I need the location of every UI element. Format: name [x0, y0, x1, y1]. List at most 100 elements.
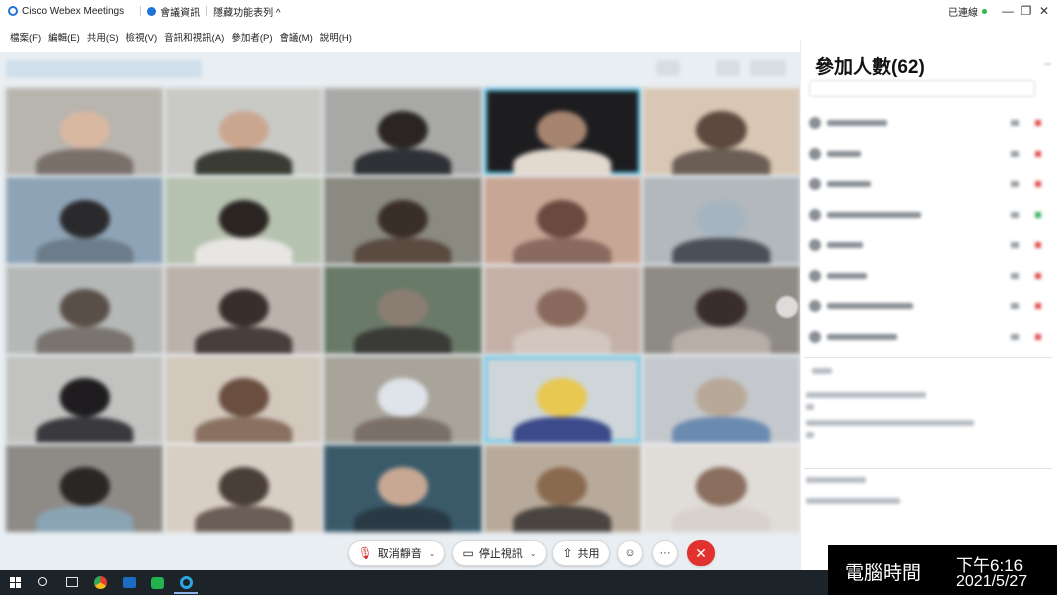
menu-file[interactable]: 檔案(F) [10, 30, 41, 44]
participant-row[interactable] [809, 261, 1049, 292]
meeting-info-button[interactable]: 會議資訊 [160, 4, 200, 19]
close-button[interactable]: ✕ [1035, 4, 1053, 18]
stop-video-label: 停止視訊 [478, 548, 523, 560]
participant-row[interactable] [809, 169, 1049, 200]
video-tile[interactable] [642, 177, 800, 265]
muted-mic-icon: 🎙 [357, 546, 373, 560]
task-view-icon[interactable] [66, 577, 78, 587]
video-tile[interactable] [324, 177, 482, 265]
unmute-label: 取消靜音 [377, 548, 422, 560]
app-title: Cisco Webex Meetings [22, 5, 125, 17]
menu-audio-video[interactable]: 音訊和視訊(A) [164, 30, 224, 44]
participant-row[interactable] [809, 291, 1049, 322]
search-icon[interactable] [38, 577, 47, 586]
divider [206, 6, 208, 16]
computer-time-label: 電腦時間 [845, 563, 922, 584]
emoji-icon: ☺ [624, 547, 636, 559]
video-tile[interactable] [6, 355, 164, 443]
chat-recipient-select[interactable] [806, 477, 866, 483]
participant-row[interactable] [809, 139, 1049, 170]
share-icon: ⇧ [562, 546, 573, 560]
title-bar: Cisco Webex Meetings 會議資訊 隱藏功能表列 ^ 已連線 —… [0, 0, 1057, 22]
more-icon: ··· [659, 547, 671, 559]
video-tile[interactable] [6, 266, 164, 354]
outlook-icon[interactable] [123, 577, 136, 588]
layout-icon[interactable] [656, 60, 680, 76]
speaker-name-label [6, 60, 202, 78]
video-tile[interactable] [324, 355, 482, 443]
hide-menu-bar-button[interactable]: 隱藏功能表列 ^ [213, 4, 280, 19]
divider [804, 357, 1052, 358]
more-options-button[interactable]: ··· [652, 540, 678, 566]
video-tile[interactable] [642, 355, 800, 443]
connection-dot-icon [982, 8, 987, 14]
chrome-icon[interactable] [94, 576, 107, 589]
video-tile-active-speaker[interactable] [483, 88, 641, 176]
video-tile-highlighted[interactable] [483, 355, 641, 443]
video-tile[interactable] [6, 177, 164, 265]
chevron-down-icon[interactable]: ⌄ [530, 549, 537, 558]
participant-row[interactable] [809, 322, 1049, 353]
video-tile[interactable] [6, 88, 164, 176]
participant-search-input[interactable] [809, 80, 1035, 97]
panel-menu-icon[interactable]: – [1044, 56, 1051, 70]
video-grid [6, 88, 800, 532]
video-tile[interactable] [165, 266, 323, 354]
menu-view[interactable]: 檢視(V) [125, 30, 157, 44]
reactions-button[interactable]: ☺ [617, 540, 643, 566]
chat-message [806, 432, 814, 438]
video-tile[interactable] [165, 177, 323, 265]
participants-count-title: 參加人數(62) [815, 57, 925, 78]
computer-time-overlay: 電腦時間 下午6:16 2021/5/27 [828, 545, 1057, 595]
video-tile[interactable] [324, 88, 482, 176]
video-tile[interactable] [6, 444, 164, 532]
next-page-arrow-icon[interactable] [776, 296, 798, 318]
participant-list [809, 108, 1049, 352]
stop-video-button[interactable]: ▭ 停止視訊 ⌄ [452, 540, 547, 566]
unmute-button[interactable]: 🎙 取消靜音 ⌄ [348, 540, 445, 566]
view-icon[interactable] [716, 60, 740, 76]
chevron-down-icon[interactable]: ⌄ [429, 549, 436, 558]
menu-meeting[interactable]: 會議(M) [280, 30, 313, 44]
clock-date: 2021/5/27 [956, 573, 1028, 590]
chat-message [806, 404, 814, 410]
webex-logo-icon [8, 6, 18, 16]
participant-row[interactable] [809, 230, 1049, 261]
participant-row[interactable] [809, 108, 1049, 139]
video-tile[interactable] [483, 266, 641, 354]
menu-participants[interactable]: 參加者(P) [231, 30, 272, 44]
participant-row[interactable] [809, 200, 1049, 231]
line-app-icon[interactable] [151, 577, 164, 589]
end-meeting-button[interactable]: ✕ [687, 540, 715, 566]
divider [140, 6, 142, 16]
video-tile[interactable] [324, 444, 482, 532]
chat-header [812, 368, 832, 374]
participants-panel: 參加人數(62) – [800, 40, 1057, 570]
video-tile[interactable] [642, 88, 800, 176]
video-tile[interactable] [483, 177, 641, 265]
grid-view-button[interactable] [750, 60, 786, 76]
chat-message [806, 420, 974, 426]
maximize-button[interactable]: ❐ [1017, 4, 1035, 18]
video-tile[interactable] [483, 444, 641, 532]
close-icon: ✕ [695, 544, 707, 561]
video-tile[interactable] [165, 88, 323, 176]
video-camera-icon: ▭ [462, 546, 474, 560]
minimize-button[interactable]: — [999, 4, 1017, 18]
windows-taskbar [0, 570, 828, 595]
video-tile[interactable] [165, 444, 323, 532]
webex-taskbar-icon[interactable] [180, 576, 193, 589]
share-button[interactable]: ⇧ 共用 [552, 540, 610, 566]
active-app-indicator [174, 592, 198, 594]
chat-input[interactable] [806, 498, 900, 504]
menu-share[interactable]: 共用(S) [87, 30, 119, 44]
info-icon [147, 6, 157, 16]
video-tile[interactable] [165, 355, 323, 443]
video-tile[interactable] [642, 444, 800, 532]
divider [804, 468, 1052, 469]
windows-start-icon[interactable] [10, 577, 21, 588]
menu-edit[interactable]: 編輯(E) [48, 30, 80, 44]
meeting-controls: 🎙 取消靜音 ⌄ ▭ 停止視訊 ⌄ ⇧ 共用 ☺ ··· ✕ [0, 536, 830, 570]
menu-help[interactable]: 說明(H) [320, 30, 352, 44]
video-tile[interactable] [324, 266, 482, 354]
